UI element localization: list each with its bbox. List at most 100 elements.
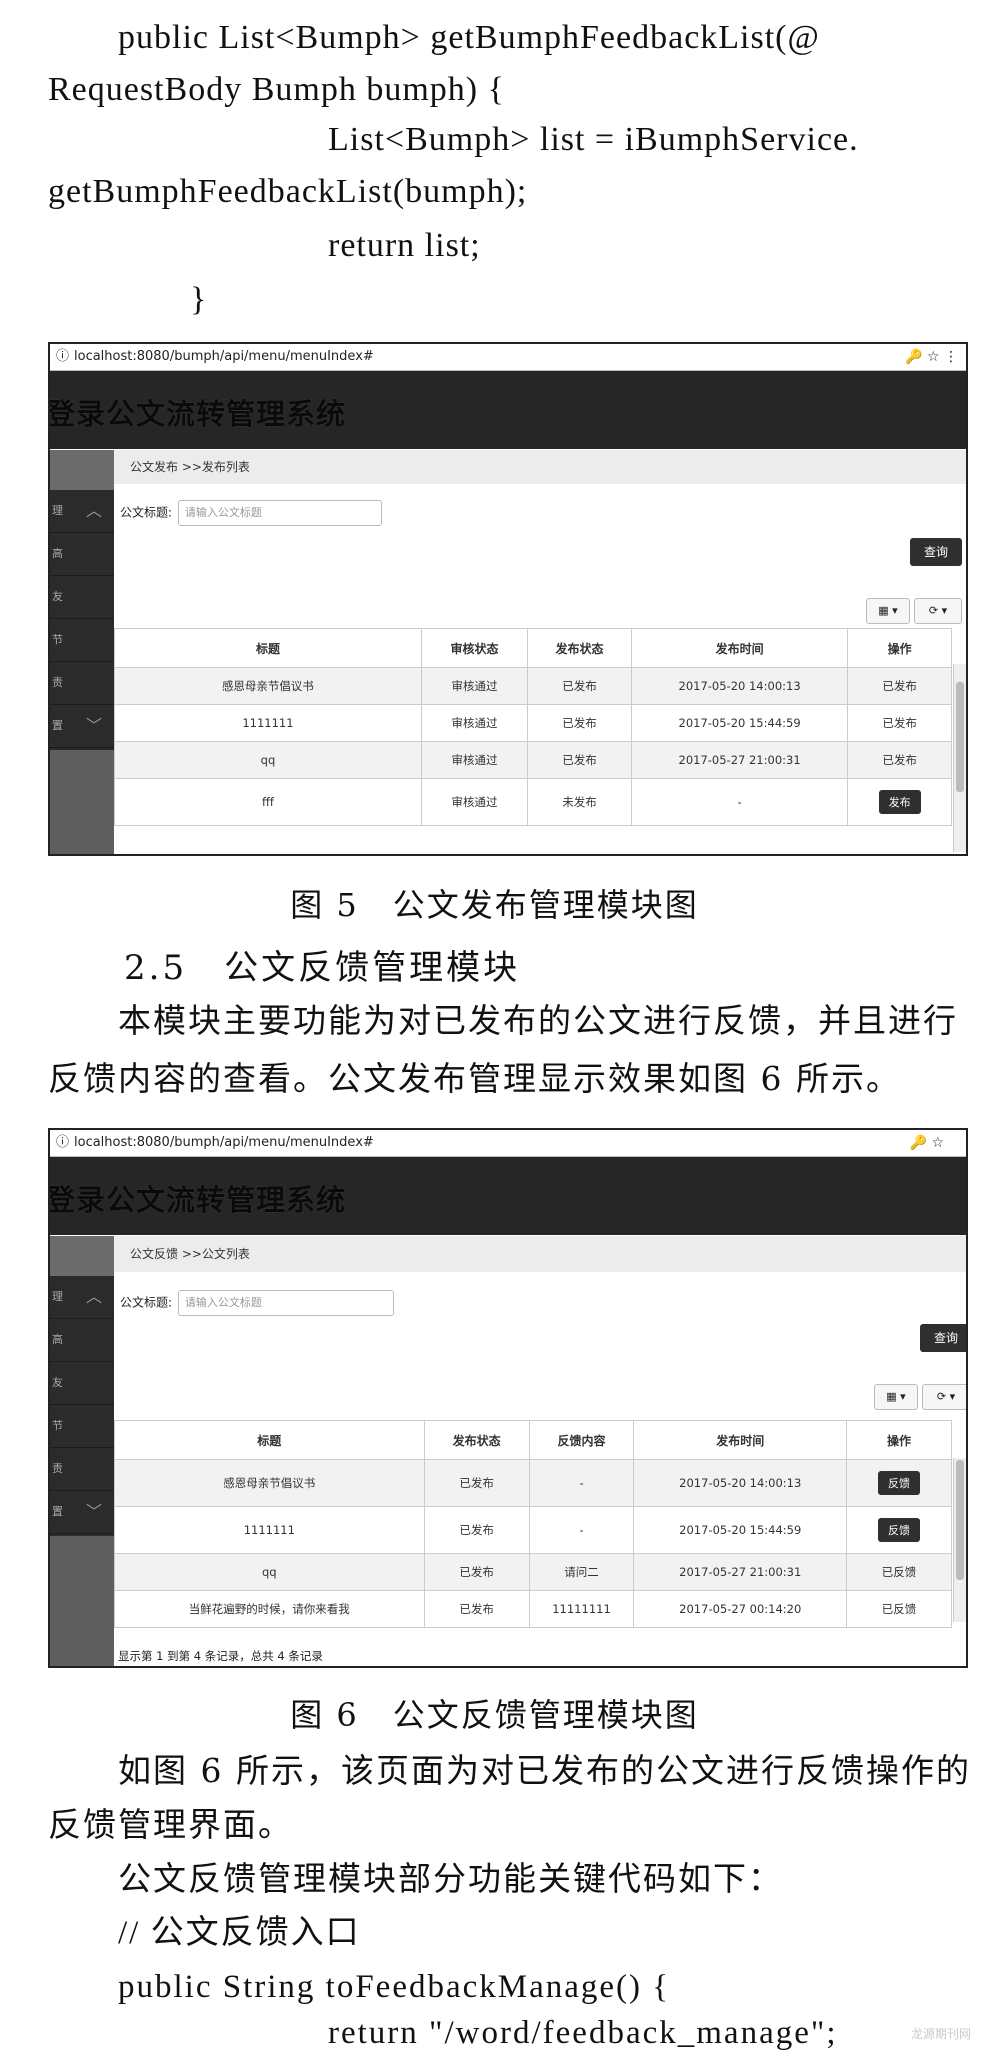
- column-header[interactable]: 发布状态: [423, 1420, 530, 1460]
- cell-title: 当鲜花遍野的时候，请你来看我: [114, 1590, 425, 1628]
- cell-op: 发布: [847, 778, 952, 826]
- cell-title: 1111111: [114, 1506, 425, 1554]
- column-header[interactable]: 发布时间: [630, 628, 849, 668]
- column-header[interactable]: 发布状态: [527, 628, 632, 668]
- cell-audit: 审核通过: [420, 667, 529, 705]
- sidebar-item-2[interactable]: 高: [50, 1319, 114, 1362]
- app-header: 登录公文流转管理系统: [50, 1157, 966, 1235]
- cell-title: 1111111: [114, 704, 422, 742]
- feedback-button[interactable]: 反馈: [878, 1471, 920, 1495]
- cell-title: qq: [114, 1553, 425, 1591]
- figure-6-screenshot: ⓘ localhost:8080/bumph/api/menu/menuInde…: [48, 1128, 968, 1668]
- code-line-2: RequestBody Bumph bumph) {: [48, 71, 505, 108]
- refresh-button[interactable]: ⟳ ▾: [914, 598, 962, 624]
- cell-audit: 审核通过: [420, 778, 529, 826]
- columns-toggle-button[interactable]: ▦ ▾: [874, 1384, 918, 1410]
- cell-op: 反馈: [846, 1506, 952, 1554]
- column-header[interactable]: 标题: [114, 1420, 425, 1460]
- info-icon: ⓘ: [56, 1135, 70, 1150]
- cell-time: 2017-05-27 21:00:31: [630, 741, 849, 779]
- cell-op: 已发布: [847, 741, 952, 779]
- browser-action-icons[interactable]: 🔑 ☆ ⋮: [905, 344, 958, 370]
- chevron-up-icon[interactable]: ︿: [86, 1276, 102, 1318]
- code-line-1: public List<Bumph> getBumphFeedbackList(…: [118, 19, 820, 56]
- feedback-button[interactable]: 反馈: [878, 1518, 920, 1542]
- code-line-3: List<Bumph> list = iBumphService.: [328, 121, 859, 158]
- breadcrumb: 公文反馈 >>公文列表: [114, 1236, 966, 1272]
- column-header[interactable]: 发布时间: [633, 1420, 847, 1460]
- table-row: 感恩母亲节倡议书 已发布 - 2017-05-20 14:00:13 反馈: [114, 1459, 952, 1507]
- code-line-5: return list;: [328, 227, 481, 264]
- cell-time: 2017-05-27 00:14:20: [633, 1590, 847, 1628]
- cell-time: 2017-05-20 15:44:59: [633, 1506, 847, 1554]
- cell-feedback: 请问二: [528, 1553, 635, 1591]
- cell-status: 已发布: [527, 704, 632, 742]
- address-bar[interactable]: ⓘ localhost:8080/bumph/api/menu/menuInde…: [50, 1130, 966, 1157]
- sidebar: 理 ︿ 高 友 节 责 置 ﹀: [50, 450, 114, 854]
- browser-action-icons[interactable]: 🔑 ☆: [910, 1130, 944, 1156]
- cell-audit: 审核通过: [420, 704, 529, 742]
- sidebar-item-1[interactable]: 理 ︿: [50, 1276, 114, 1319]
- table-scrollbar[interactable]: [953, 664, 966, 852]
- cell-time: -: [630, 778, 849, 826]
- sidebar: 理 ︿ 高 友 节 责 置 ﹀: [50, 1236, 114, 1666]
- sidebar-item-4[interactable]: 节: [50, 619, 114, 662]
- main-panel: 公文反馈 >>公文列表 公文标题: 请输入公文标题 查询 ▦ ▾ ⟳ ▾ 标题 …: [114, 1236, 966, 1666]
- cell-title: 感恩母亲节倡议书: [114, 1459, 425, 1507]
- cell-time: 2017-05-27 21:00:31: [633, 1553, 847, 1591]
- chevron-down-icon[interactable]: ﹀: [86, 705, 102, 747]
- app-title: 登录公文流转管理系统: [48, 397, 347, 431]
- paragraph-2-line-1: 如图 6 所示，该页面为对已发布的公文进行反馈操作的: [118, 1751, 971, 1790]
- chevron-up-icon[interactable]: ︿: [86, 490, 102, 532]
- sidebar-item-3[interactable]: 友: [50, 576, 114, 619]
- sidebar-item-6[interactable]: 置 ﹀: [50, 1491, 114, 1534]
- section-heading: 2.5 公文反馈管理模块: [124, 948, 521, 988]
- cell-title: qq: [114, 741, 422, 779]
- table-row: qq 审核通过 已发布 2017-05-27 21:00:31 已发布: [114, 741, 952, 779]
- cell-time: 2017-05-20 14:00:13: [630, 667, 849, 705]
- table-scrollbar[interactable]: [953, 1458, 966, 1622]
- search-input[interactable]: 请输入公文标题: [177, 1290, 394, 1316]
- cell-status: 已发布: [527, 667, 632, 705]
- sidebar-item-1[interactable]: 理 ︿: [50, 490, 114, 533]
- chevron-down-icon[interactable]: ﹀: [86, 1491, 102, 1533]
- column-header[interactable]: 反馈内容: [528, 1420, 635, 1460]
- search-input[interactable]: 请输入公文标题: [177, 500, 382, 526]
- cell-status: 已发布: [423, 1553, 530, 1591]
- sidebar-item-5[interactable]: 责: [50, 662, 114, 705]
- paragraph-3: 公文反馈管理模块部分功能关键代码如下：: [118, 1859, 783, 1898]
- sidebar-item-6[interactable]: 置 ﹀: [50, 705, 114, 748]
- app-header: 登录公文流转管理系统: [50, 371, 966, 449]
- cell-op: 反馈: [846, 1459, 952, 1507]
- table-row: qq 已发布 请问二 2017-05-27 21:00:31 已反馈: [114, 1553, 952, 1591]
- column-header[interactable]: 标题: [114, 628, 422, 668]
- code-line-4: getBumphFeedbackList(bumph);: [48, 173, 528, 210]
- cell-audit: 审核通过: [420, 741, 529, 779]
- table-row: 1111111 已发布 - 2017-05-20 15:44:59 反馈: [114, 1506, 952, 1554]
- cell-status: 已发布: [423, 1590, 530, 1628]
- columns-toggle-button[interactable]: ▦ ▾: [866, 598, 910, 624]
- url-text[interactable]: localhost:8080/bumph/api/menu/menuIndex#: [74, 1130, 374, 1156]
- address-bar[interactable]: ⓘ localhost:8080/bumph/api/menu/menuInde…: [50, 344, 966, 371]
- table-row: 当鲜花遍野的时候，请你来看我 已发布 11111111 2017-05-27 0…: [114, 1590, 952, 1628]
- table-row: 1111111 审核通过 已发布 2017-05-20 15:44:59 已发布: [114, 704, 952, 742]
- publish-button[interactable]: 发布: [878, 790, 921, 814]
- column-header[interactable]: 操作: [846, 1420, 952, 1460]
- search-label: 公文标题:: [120, 1295, 173, 1310]
- column-header[interactable]: 审核状态: [420, 628, 529, 668]
- column-header[interactable]: 操作: [847, 628, 952, 668]
- sidebar-item-5[interactable]: 责: [50, 1448, 114, 1491]
- refresh-button[interactable]: ⟳ ▾: [922, 1384, 966, 1410]
- cell-time: 2017-05-20 15:44:59: [630, 704, 849, 742]
- table-row: 感恩母亲节倡议书 审核通过 已发布 2017-05-20 14:00:13 已发…: [114, 667, 952, 705]
- cell-op: 已发布: [847, 667, 952, 705]
- feedback-table: 标题 发布状态 反馈内容 发布时间 操作 感恩母亲节倡议书 已发布 - 2017…: [114, 1420, 952, 1628]
- sidebar-item-3[interactable]: 友: [50, 1362, 114, 1405]
- sidebar-item-4[interactable]: 节: [50, 1405, 114, 1448]
- cell-feedback: -: [528, 1459, 635, 1507]
- sidebar-item-2[interactable]: 高: [50, 533, 114, 576]
- cell-op: 已反馈: [846, 1553, 952, 1591]
- url-text[interactable]: localhost:8080/bumph/api/menu/menuIndex#: [74, 344, 374, 370]
- query-button[interactable]: 查询: [910, 538, 962, 566]
- query-button[interactable]: 查询: [920, 1324, 966, 1352]
